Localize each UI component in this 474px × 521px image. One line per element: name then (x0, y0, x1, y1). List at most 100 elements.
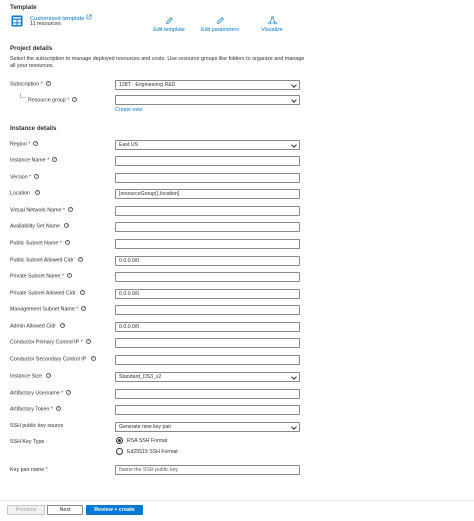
field-dropdown[interactable]: Generate new key pair (115, 422, 300, 432)
resource-group-label: Resource group * (28, 96, 78, 104)
chevron-down-icon (291, 374, 297, 380)
info-icon[interactable] (67, 206, 73, 212)
required-marker: * (67, 97, 70, 104)
field-input[interactable] (115, 222, 300, 232)
info-icon[interactable] (33, 140, 39, 146)
required-marker: * (29, 174, 32, 181)
project-details-description: Select the subscription to manage deploy… (10, 56, 305, 70)
info-icon[interactable] (72, 96, 78, 102)
previous-button[interactable]: Previous (7, 505, 45, 515)
field-input[interactable] (115, 355, 300, 365)
field-label-text: Private Subnet Name (10, 273, 61, 280)
pencil-icon (216, 17, 224, 24)
field-value: Standard_DS3_v2 (119, 374, 162, 380)
field-input[interactable] (115, 239, 300, 249)
template-icon (11, 15, 23, 27)
edit-parameters-button[interactable]: Edit parameters (195, 16, 245, 33)
info-icon[interactable] (64, 222, 70, 228)
field-label-text: Version (10, 174, 28, 181)
field-label-text: Admin Allowed Cidr (10, 323, 56, 330)
next-button[interactable]: Next (47, 505, 83, 515)
edit-parameters-label[interactable]: Edit parameters (201, 27, 239, 33)
info-icon[interactable] (45, 80, 51, 86)
ed25519-ssh-format-label[interactable]: Ed25519 SSH Format (127, 449, 178, 455)
template-resource-count: 11 resources (30, 21, 61, 27)
field-dropdown[interactable]: East US (115, 140, 300, 150)
field-label: Conductor Primary Control IP * (10, 338, 91, 346)
key-pair-name-input[interactable]: Name the SSH public key (115, 465, 300, 475)
field-label-text: Availability Set Name (10, 223, 60, 230)
field-value: East US (119, 142, 139, 148)
rsa-ssh-format-label[interactable]: RSA SSH Format (127, 438, 167, 444)
field-label-text: Location (10, 190, 31, 197)
subscription-dropdown[interactable]: 128T - Engineering R&D (115, 80, 300, 90)
chevron-down-icon (291, 97, 297, 103)
create-new-resource-group-link[interactable]: Create new (115, 107, 142, 113)
edit-template-label[interactable]: Edit template (153, 27, 184, 33)
field-label-text: Private Subnet Allowed Cidr (10, 290, 76, 297)
field-value: Generate new key pair (119, 424, 172, 430)
required-marker: * (59, 240, 62, 247)
info-icon[interactable] (81, 305, 87, 311)
info-icon[interactable] (46, 372, 52, 378)
edit-template-button[interactable]: Edit template (144, 16, 194, 33)
field-label-text: Conductor Primary Control IP (10, 339, 80, 346)
info-icon[interactable] (60, 322, 66, 328)
required-marker: * (76, 306, 79, 313)
review-create-button[interactable]: Review + create (86, 505, 143, 515)
external-link-icon (86, 14, 92, 20)
field-label: Public Subnet Name * (10, 239, 70, 247)
field-input[interactable] (115, 156, 300, 166)
info-icon[interactable] (34, 189, 40, 195)
key-pair-name-label: Key pair name * (10, 467, 48, 473)
field-input[interactable] (115, 405, 300, 415)
info-icon[interactable] (55, 405, 61, 411)
field-input[interactable] (115, 389, 300, 399)
field-input[interactable] (115, 272, 300, 282)
field-input[interactable]: 0.0.0.0/0 (115, 256, 300, 266)
info-icon[interactable] (64, 239, 70, 245)
field-label: Virtual Network Name * (10, 206, 73, 214)
info-icon[interactable] (66, 272, 72, 278)
field-input[interactable] (115, 173, 300, 183)
field-label: Availability Set Name (10, 222, 70, 230)
field-input[interactable] (115, 338, 300, 348)
instance-details-title: Instance details (10, 125, 57, 132)
ssh-key-type-label: SSH Key Type (10, 439, 45, 445)
field-label-text: SSH public key source (10, 423, 64, 429)
field-label-text: Virtual Network Name (10, 207, 62, 214)
field-label-text: Region (10, 141, 27, 148)
info-icon[interactable] (90, 355, 96, 361)
field-label: Artifactory Token * (10, 405, 61, 413)
info-icon[interactable] (80, 289, 86, 295)
resource-group-dropdown[interactable] (115, 95, 300, 105)
visualize-button[interactable]: Visualize (247, 16, 297, 33)
field-input[interactable] (115, 305, 300, 315)
field-label: Private Subnet Allowed Cidr (10, 289, 86, 297)
info-icon[interactable] (34, 173, 40, 179)
required-marker: * (45, 467, 48, 473)
field-label-text: Instance Name (10, 157, 46, 164)
field-input[interactable] (115, 206, 300, 216)
visualize-icon (267, 16, 277, 25)
field-value: 0.0.0.0/0 (119, 258, 140, 264)
field-label: Instance Size (10, 372, 52, 380)
visualize-label[interactable]: Visualize (261, 27, 282, 33)
required-marker: * (28, 141, 31, 148)
radio-ed25519-ssh-format[interactable] (116, 448, 123, 455)
required-marker: * (50, 406, 53, 413)
tree-connector-icon (20, 93, 26, 98)
field-label: Conductor Secondary Control IP (10, 355, 96, 363)
field-label-text: Public Subnet Name (10, 240, 59, 247)
field-input[interactable]: 0.0.0.0/0 (115, 289, 300, 299)
radio-rsa-ssh-format[interactable] (116, 437, 123, 444)
info-icon[interactable] (66, 389, 72, 395)
info-icon[interactable] (85, 338, 91, 344)
field-dropdown[interactable]: Standard_DS3_v2 (115, 372, 300, 382)
info-icon[interactable] (52, 156, 58, 162)
info-icon[interactable] (78, 256, 84, 262)
field-input[interactable]: [resourceGroup().location] (115, 189, 300, 199)
field-label-text: Management Subnet Name (10, 306, 75, 313)
subscription-value: 128T - Engineering R&D (119, 82, 176, 88)
field-input[interactable]: 0.0.0.0/0 (115, 322, 300, 332)
